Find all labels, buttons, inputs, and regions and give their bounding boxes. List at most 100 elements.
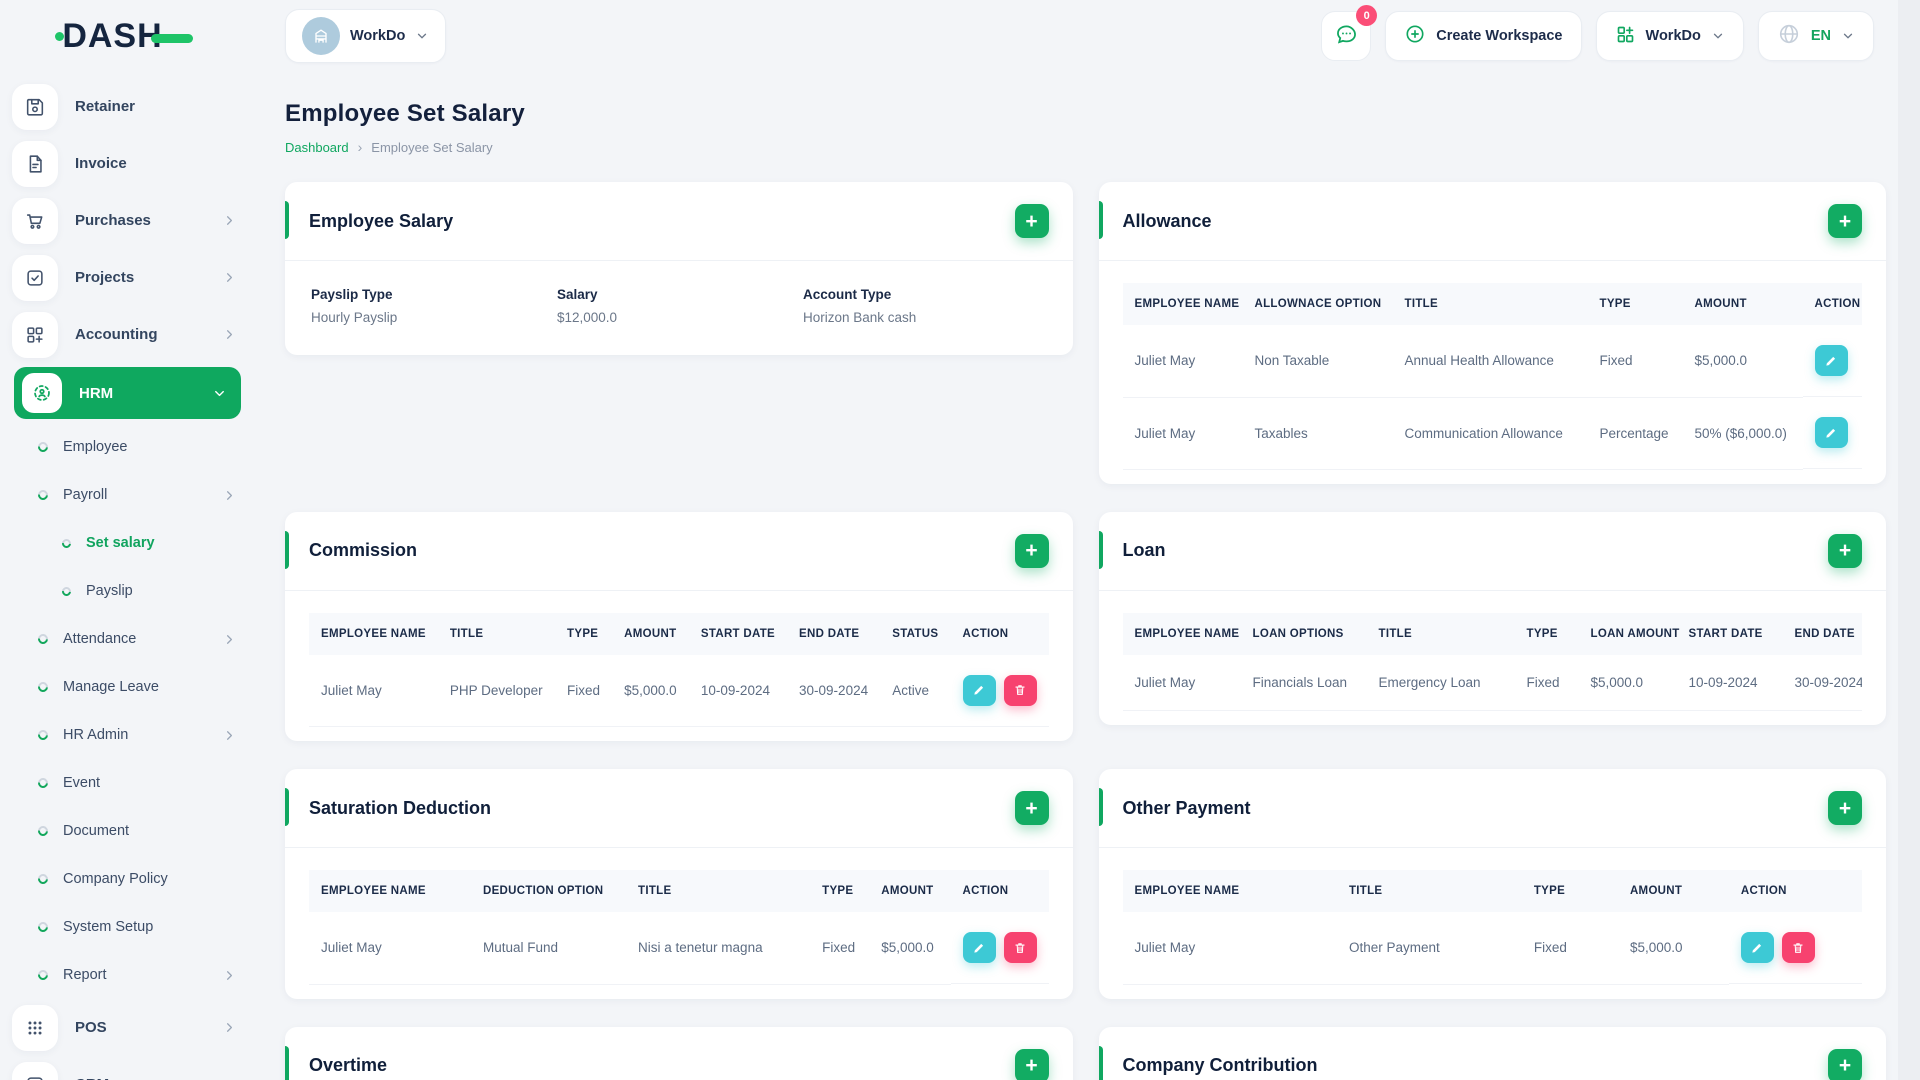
sidebar-item-pos[interactable]: POS (0, 999, 255, 1056)
add-allowance-button[interactable]: + (1828, 204, 1862, 238)
sidebar-item-payslip[interactable]: Payslip (0, 567, 255, 615)
card-title: Allowance (1122, 210, 1212, 231)
edit-button[interactable] (1814, 345, 1848, 376)
table-cell: Nisi a tenetur magna (626, 912, 811, 985)
table-row: Juliet May Mutual Fund Nisi a tenetur magn… (309, 912, 1049, 985)
table-cell: 10-09-2024 (688, 654, 788, 727)
logo-zone: DASH (0, 17, 255, 56)
sidebar-item-label: Invoice (75, 155, 127, 172)
chevron-right-icon (222, 968, 237, 983)
table-cell: Taxables (1242, 397, 1393, 470)
table-cell: Juliet May (1122, 397, 1243, 470)
sidebar-item-label: POS (75, 1019, 107, 1036)
column-header: Title (1366, 612, 1515, 655)
edit-button[interactable] (962, 674, 996, 706)
delete-button[interactable] (1003, 674, 1037, 706)
sidebar-item-company-policy[interactable]: Company Policy (0, 855, 255, 903)
chevron-down-icon (415, 29, 429, 43)
page-scrollbar[interactable] (1898, 0, 1920, 1080)
language-selector[interactable]: EN (1757, 11, 1874, 61)
table-cell: Fixed (1514, 654, 1579, 711)
workspace-selector[interactable]: WorkDo (285, 9, 447, 63)
table-cell: 10-09-2024 (1676, 654, 1783, 711)
table-cell: Fixed (810, 912, 870, 985)
card-other-payment: Other Payment + Employee Name Title Type Am… (1098, 769, 1886, 999)
card-commission: Commission + Employee Name Title Type Amoun… (285, 511, 1073, 741)
logo-text: DASH (62, 16, 163, 55)
card-title: Saturation Deduction (309, 797, 492, 818)
sidebar-item-report[interactable]: Report (0, 951, 255, 999)
column-header: Employee Name (1122, 870, 1337, 912)
table-cell: Juliet May (309, 654, 438, 727)
sidebar-item-attendance[interactable]: Attendance (0, 615, 255, 663)
messages-badge: 0 (1356, 5, 1378, 26)
card-header: Employee Salary + (285, 182, 1073, 261)
sidebar-item-label: Document (63, 823, 130, 839)
sidebar-item-crm[interactable]: CRM (0, 1056, 255, 1080)
sidebar-item-label: Purchases (75, 212, 151, 229)
sidebar-item-purchases[interactable]: Purchases (0, 192, 255, 249)
app-logo[interactable]: DASH (55, 16, 193, 56)
column-header: Loan Amount (1578, 612, 1679, 655)
workspace-menu-button[interactable]: WorkDo (1595, 11, 1744, 61)
add-company-contribution-button[interactable]: + (1828, 1048, 1862, 1080)
sidebar-item-hrm[interactable]: HRM (14, 367, 241, 419)
table-row: Juliet May Taxables Communication Allowanc… (1122, 397, 1862, 470)
add-saturation-deduction-button[interactable]: + (1014, 791, 1049, 825)
add-loan-button[interactable]: + (1828, 533, 1862, 568)
bullet-ring-icon (60, 536, 73, 550)
data-table: Employee Name Allownace Option Title Type Am… (1122, 283, 1862, 470)
messages-button[interactable]: 0 (1321, 5, 1378, 61)
check-square-icon (12, 254, 58, 301)
edit-button[interactable] (962, 932, 996, 963)
field-label: Salary (557, 287, 598, 302)
pos-grid-icon (12, 1004, 58, 1051)
add-commission-button[interactable]: + (1014, 533, 1049, 568)
sidebar-item-payroll[interactable]: Payroll (0, 471, 255, 519)
invoice-icon (12, 140, 58, 187)
table-cell: Communication Allowance (1392, 397, 1588, 470)
sidebar-item-manage-leave[interactable]: Manage Leave (0, 663, 255, 711)
sidebar-item-employee[interactable]: Employee (0, 423, 255, 471)
card-title: Other Payment (1122, 797, 1251, 818)
add-employee-salary-button[interactable]: + (1014, 204, 1049, 238)
table-cell: Fixed (1521, 912, 1618, 985)
sidebar-item-label: Accounting (75, 326, 158, 343)
sidebar-item-document[interactable]: Document (0, 807, 255, 855)
sidebar: Retainer Invoice Purchases Projects Accounti… (0, 72, 255, 1080)
commission-table: Employee Name Title Type Amount Start Date En… (309, 612, 1049, 727)
table-cell: Juliet May (1122, 325, 1243, 398)
sidebar-item-invoice[interactable]: Invoice (0, 135, 255, 192)
column-header: Deduction Option (470, 870, 627, 912)
sidebar-item-hr-admin[interactable]: HR Admin (0, 711, 255, 759)
delete-button[interactable] (1003, 932, 1037, 963)
sidebar-item-set-salary[interactable]: Set salary (0, 519, 255, 567)
saturation-deduction-table: Employee Name Deduction Option Title Type Am… (309, 870, 1049, 985)
delete-button[interactable] (1781, 932, 1815, 963)
edit-button[interactable] (1740, 932, 1774, 963)
chevron-right-icon (222, 632, 237, 647)
add-overtime-button[interactable]: + (1014, 1048, 1049, 1080)
edit-button[interactable] (1814, 417, 1848, 448)
card-title: Loan (1122, 540, 1166, 560)
bullet-ring-icon (35, 967, 51, 983)
sidebar-item-projects[interactable]: Projects (0, 249, 255, 306)
bullet-ring-icon (35, 631, 51, 647)
table-cell: $5,000.0 (1578, 654, 1677, 711)
sidebar-item-retainer[interactable]: Retainer (0, 78, 255, 135)
table-row: Juliet May Financials Loan Emergency Loan F… (1122, 654, 1862, 711)
allowance-table: Employee Name Allownace Option Title Type Am… (1122, 283, 1862, 470)
create-workspace-button[interactable]: Create Workspace (1385, 11, 1582, 61)
add-other-payment-button[interactable]: + (1828, 791, 1862, 825)
sidebar-item-accounting[interactable]: Accounting (0, 306, 255, 363)
column-header: Type (555, 612, 613, 655)
sidebar-item-system-setup[interactable]: System Setup (0, 903, 255, 951)
top-navbar: DASH WorkDo 0 Create Workspace WorkDo EN (0, 0, 1920, 72)
table-row: Juliet May Other Payment Fixed $5,000.0 (1122, 912, 1862, 985)
field-label: Payslip Type (311, 287, 393, 302)
table-cell: Fixed (1587, 325, 1683, 398)
breadcrumb-dashboard-link[interactable]: Dashboard (285, 140, 349, 155)
page-title: Employee Set Salary (285, 100, 525, 127)
field-value: Horizon Bank cash (803, 310, 917, 325)
sidebar-item-event[interactable]: Event (0, 759, 255, 807)
